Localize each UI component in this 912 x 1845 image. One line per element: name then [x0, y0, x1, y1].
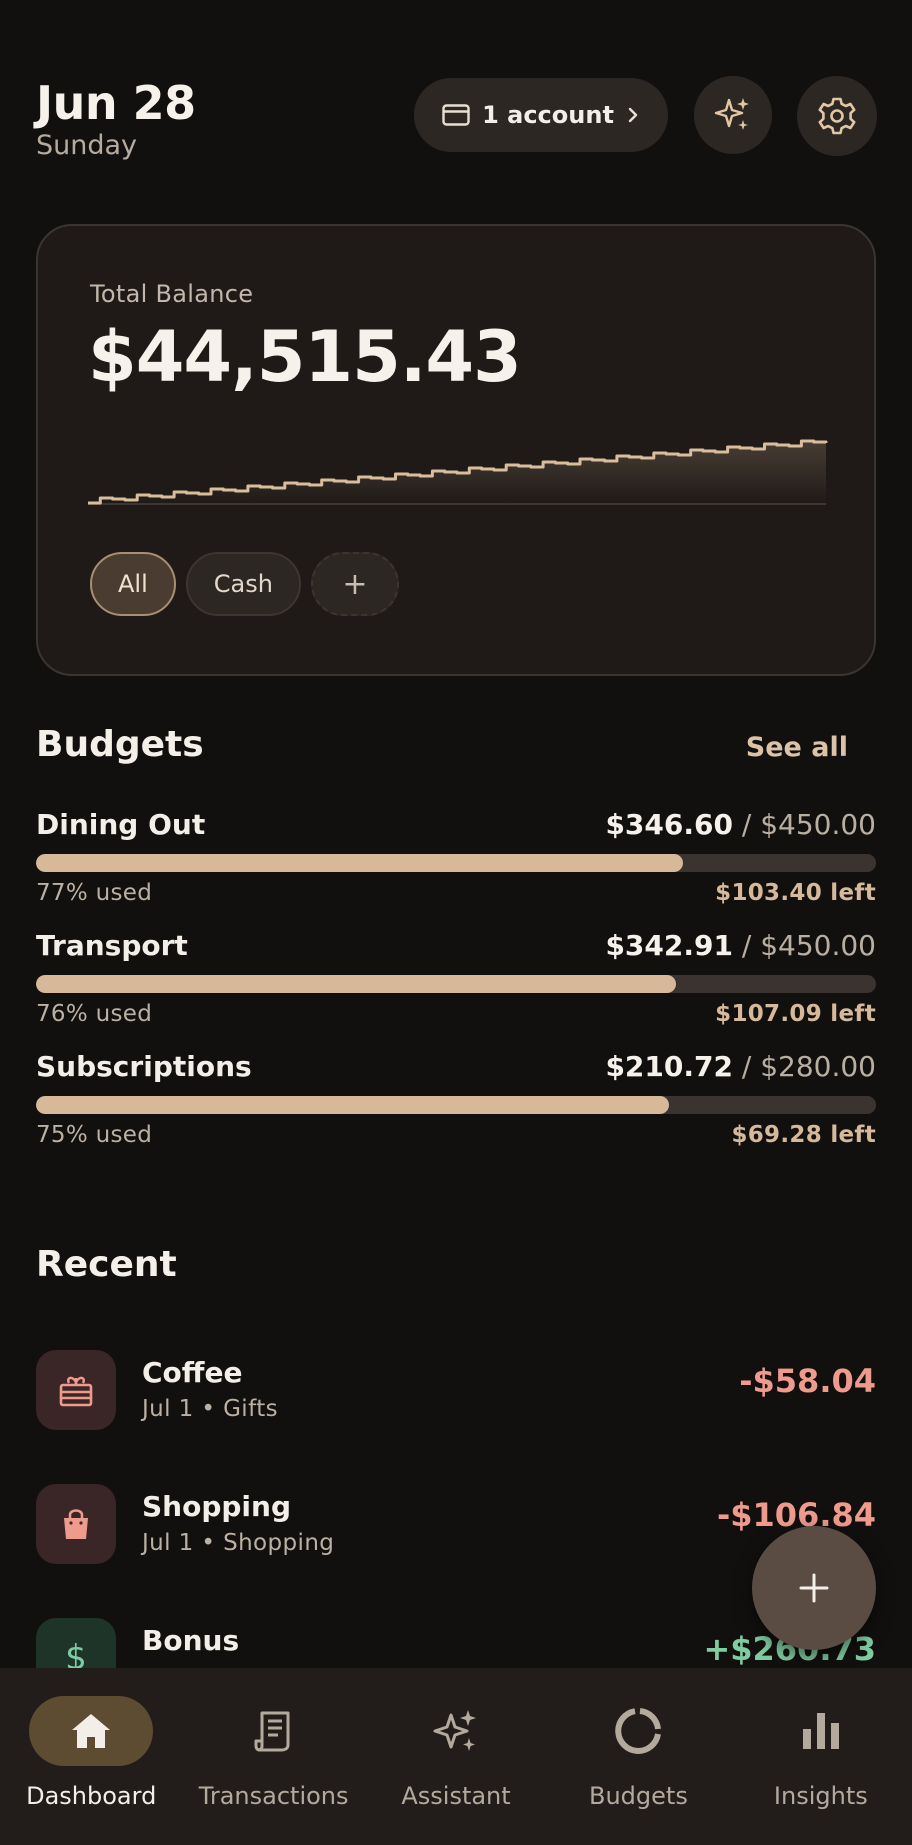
nav-assistant[interactable]: Assistant — [365, 1668, 547, 1845]
budget-progress-fill — [36, 854, 683, 872]
budget-used: 77% used — [36, 880, 153, 906]
budget-left: $103.40 left — [715, 880, 876, 906]
budget-progress-fill — [36, 1096, 669, 1114]
nav-label: Dashboard — [26, 1782, 157, 1810]
budget-spent: $346.60 — [605, 808, 733, 841]
account-selector-label: 1 account — [482, 101, 614, 129]
balance-sparkline — [88, 439, 828, 505]
budgets-title: Budgets — [36, 724, 204, 765]
total-balance-label: Total Balance — [90, 280, 254, 308]
dashboard-screen: Jun 28 Sunday 1 account Total Balance $4… — [0, 0, 912, 1845]
budget-progress-track — [36, 854, 876, 872]
transaction-row[interactable]: Coffee Jul 1 • Gifts -$58.04 — [36, 1350, 876, 1432]
shopping-bag-icon — [36, 1484, 116, 1564]
chevron-right-icon — [628, 107, 638, 123]
see-all-budgets-link[interactable]: See all — [746, 732, 848, 763]
budget-spent: $342.91 — [605, 929, 733, 962]
nav-insights[interactable]: Insights — [730, 1668, 912, 1845]
budget-limit: / $280.00 — [741, 1050, 876, 1083]
chip-cash[interactable]: Cash — [185, 552, 301, 616]
nav-label: Transactions — [198, 1782, 349, 1810]
add-account-chip[interactable]: + — [310, 552, 399, 616]
bottom-navigation: Dashboard Transactions Assistant Budgets… — [0, 1668, 912, 1845]
nav-budgets[interactable]: Budgets — [547, 1668, 729, 1845]
nav-label: Assistant — [401, 1782, 511, 1810]
budget-row-dining-out[interactable]: Dining Out $346.60 / $450.00 77% used $1… — [36, 808, 876, 918]
transaction-meta: Jul 1 • Shopping — [142, 1530, 335, 1556]
transaction-name: Shopping — [142, 1490, 291, 1523]
budget-progress-fill — [36, 975, 677, 993]
assistant-sparkle-button[interactable] — [694, 76, 772, 154]
transaction-row[interactable]: Shopping Jul 1 • Shopping -$106.84 — [36, 1484, 876, 1566]
bar-chart-icon — [802, 1713, 839, 1749]
budget-progress-track — [36, 1096, 876, 1114]
card-icon — [442, 104, 470, 126]
transaction-amount: -$58.04 — [739, 1362, 876, 1400]
chip-all[interactable]: All — [90, 552, 176, 616]
gift-icon — [36, 1350, 116, 1430]
transaction-name: Bonus — [142, 1624, 240, 1657]
total-balance-amount: $44,515.43 — [88, 316, 522, 398]
budget-spent: $210.72 — [605, 1050, 733, 1083]
receipt-icon — [254, 1711, 290, 1752]
sparkle-icon — [714, 98, 749, 130]
nav-dashboard[interactable]: Dashboard — [0, 1668, 182, 1845]
nav-label: Insights — [773, 1782, 868, 1810]
nav-transactions[interactable]: Transactions — [182, 1668, 364, 1845]
recent-title: Recent — [36, 1244, 177, 1285]
budget-name: Transport — [36, 929, 188, 962]
budget-left: $69.28 left — [731, 1122, 876, 1148]
budget-amounts: $210.72 / $280.00 — [605, 1050, 876, 1083]
transaction-name: Coffee — [142, 1356, 243, 1389]
nav-label: Budgets — [589, 1782, 688, 1810]
budget-left: $107.09 left — [715, 1001, 876, 1027]
account-filter-chips: All Cash + — [90, 552, 399, 616]
budget-name: Dining Out — [36, 808, 206, 841]
budget-row-subscriptions[interactable]: Subscriptions $210.72 / $280.00 75% used… — [36, 1050, 876, 1160]
home-icon — [72, 1714, 111, 1748]
balance-card: Total Balance $44,515.43 All Cash + — [36, 224, 876, 676]
budget-row-transport[interactable]: Transport $342.91 / $450.00 76% used $10… — [36, 929, 876, 1039]
budget-used: 75% used — [36, 1122, 153, 1148]
donut-icon — [615, 1708, 662, 1754]
budget-limit: / $450.00 — [741, 808, 876, 841]
budget-amounts: $342.91 / $450.00 — [605, 929, 876, 962]
budget-limit: / $450.00 — [741, 929, 876, 962]
budget-name: Subscriptions — [36, 1050, 252, 1083]
budget-amounts: $346.60 / $450.00 — [605, 808, 876, 841]
add-transaction-fab[interactable] — [752, 1526, 876, 1650]
gear-icon — [818, 97, 856, 135]
budget-progress-track — [36, 975, 876, 993]
header: Jun 28 Sunday 1 account — [36, 76, 877, 161]
account-selector-button[interactable]: 1 account — [414, 78, 668, 152]
plus-icon — [799, 1573, 829, 1603]
transaction-meta: Jul 1 • Gifts — [142, 1396, 278, 1422]
sparkle-icon — [433, 1710, 477, 1751]
settings-button[interactable] — [797, 76, 877, 156]
page-date: Jun 28 — [36, 76, 196, 130]
weekday-label: Sunday — [36, 130, 138, 161]
budget-used: 76% used — [36, 1001, 153, 1027]
